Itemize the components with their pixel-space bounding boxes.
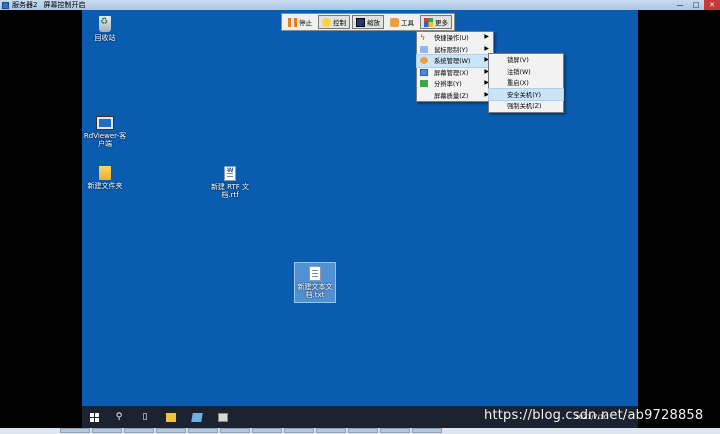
menu-item-screen-quality[interactable]: 屏幕质量(Z) ▶ [417, 90, 493, 102]
stop-button[interactable]: 停止 [284, 15, 316, 29]
zoom-button-label: 缩放 [367, 19, 380, 27]
stop-button-label: 停止 [299, 19, 312, 27]
desktop-icon-text-document[interactable]: 新建文本文档.txt [294, 262, 336, 303]
window-status: 屏幕控制开启 [43, 1, 86, 9]
more-icon [424, 17, 433, 27]
host-taskbar-item[interactable] [412, 428, 442, 433]
window-controls: — □ ✕ [672, 0, 720, 10]
host-taskbar-item[interactable] [316, 428, 346, 433]
menu-item-label: 系统管理(W) [434, 58, 471, 66]
zoom-icon [356, 17, 365, 27]
windows-logo-icon [89, 412, 99, 422]
desktop-icon-new-folder[interactable]: 新建文件夹 [82, 166, 128, 190]
more-menu: ϟ 快捷操作(U) ▶ 鼠标限制(Y) ▶ 系统管理(W) ▶ 屏幕管理(X) … [416, 31, 494, 102]
system-submenu: 锁屏(V) 注销(W) 重启(X) 安全关机(Y) 强制关机(Z) [488, 53, 564, 113]
more-button-label: 更多 [435, 19, 448, 27]
control-button[interactable]: 控制 [318, 15, 350, 29]
desktop-icon-rtf-document[interactable]: 新建 RTF 文档.rtf [207, 166, 253, 199]
submenu-item-label: 锁屏(V) [507, 57, 529, 65]
menu-item-label: 分辨率(Y) [434, 81, 462, 89]
menu-item-quick-actions[interactable]: ϟ 快捷操作(U) ▶ [417, 32, 493, 44]
maximize-button[interactable]: □ [688, 0, 704, 10]
text-document-icon [309, 266, 321, 281]
submenu-item-label: 安全关机(Y) [507, 91, 541, 99]
system-icon [420, 57, 428, 64]
submenu-arrow-icon: ▶ [484, 44, 489, 52]
menu-item-screen-management[interactable]: 屏幕管理(X) ▶ [417, 67, 493, 79]
submenu-item-force-shutdown[interactable]: 强制关机(Z) [489, 100, 563, 112]
host-taskbar-item[interactable] [252, 428, 282, 433]
desktop-icon-label: 新建 RTF 文档.rtf [210, 183, 250, 199]
title-bar: 服务器2 屏幕控制开启 — □ ✕ [0, 0, 720, 10]
lightning-icon: ϟ [420, 33, 426, 42]
menu-item-label: 快捷操作(U) [434, 35, 469, 43]
submenu-item-safe-shutdown[interactable]: 安全关机(Y) [488, 87, 564, 101]
search-icon: ⚲ [115, 412, 123, 422]
taskbar-task-view[interactable]: ▯ [132, 406, 158, 428]
resolution-icon [420, 80, 428, 87]
host-taskbar-item[interactable] [284, 428, 314, 433]
taskbar-file-explorer[interactable] [158, 406, 184, 428]
task-view-icon: ▯ [142, 412, 148, 422]
pause-icon [288, 17, 297, 27]
control-button-label: 控制 [333, 19, 346, 27]
menu-item-label: 屏幕质量(Z) [434, 92, 469, 100]
desktop-icon-label: 新建文本文档.txt [297, 283, 333, 299]
rdviewer-icon [96, 116, 114, 130]
host-taskbar-item[interactable] [124, 428, 154, 433]
start-button[interactable] [82, 406, 106, 428]
submenu-item-label: 重启(X) [507, 80, 529, 88]
tools-button[interactable]: 工具 [386, 15, 418, 29]
right-letterbox [638, 10, 720, 414]
menu-item-label: 鼠标限制(Y) [434, 46, 468, 54]
window-title: 服务器2 [12, 1, 38, 9]
submenu-item-restart[interactable]: 重启(X) [489, 77, 563, 89]
app-icon [191, 412, 203, 422]
submenu-item-lock-screen[interactable]: 锁屏(V) [489, 54, 563, 66]
screen-icon [420, 68, 428, 76]
host-taskbar-item[interactable] [60, 428, 90, 433]
watermark: https://blog.csdn.net/ab9728858 [484, 408, 704, 423]
menu-item-resolution[interactable]: 分辨率(Y) ▶ [417, 78, 493, 90]
host-taskbar-item[interactable] [220, 428, 250, 433]
app-icon [2, 1, 9, 9]
tools-button-label: 工具 [401, 19, 414, 27]
recycle-bin-icon [99, 16, 111, 32]
host-taskbar-item[interactable] [348, 428, 378, 433]
menu-item-system-management[interactable]: 系统管理(W) ▶ [416, 54, 494, 68]
desktop-icon-label: RdViewer-客户端 [83, 132, 127, 148]
zoom-button[interactable]: 缩放 [352, 15, 384, 29]
desktop-icon-rdviewer[interactable]: RdViewer-客户端 [82, 116, 128, 148]
host-taskbar [0, 428, 720, 434]
submenu-item-label: 强制关机(Z) [507, 103, 542, 111]
folder-icon [99, 166, 111, 180]
close-button[interactable]: ✕ [704, 0, 720, 10]
rtf-document-icon [224, 166, 236, 181]
folder-icon [166, 412, 176, 422]
more-button[interactable]: 更多 [420, 15, 452, 29]
desktop-icon-recycle-bin[interactable]: 回收站 [82, 16, 128, 42]
app-icon [218, 412, 228, 422]
submenu-item-label: 注销(W) [507, 68, 531, 76]
submenu-item-logout[interactable]: 注销(W) [489, 66, 563, 78]
taskbar-app-2[interactable] [210, 406, 236, 428]
minimize-button[interactable]: — [672, 0, 688, 10]
desktop-icon-label: 回收站 [94, 34, 116, 42]
control-icon [322, 17, 331, 27]
host-taskbar-item[interactable] [92, 428, 122, 433]
remote-toolbar: 停止 控制 缩放 工具 更多 [281, 13, 455, 31]
host-taskbar-item[interactable] [156, 428, 186, 433]
tools-icon [390, 17, 399, 27]
host-taskbar-item[interactable] [380, 428, 410, 433]
host-taskbar-item[interactable] [188, 428, 218, 433]
left-letterbox [0, 10, 82, 414]
taskbar-search[interactable]: ⚲ [106, 406, 132, 428]
submenu-arrow-icon: ▶ [484, 33, 489, 40]
menu-item-label: 屏幕管理(X) [434, 69, 469, 77]
menu-item-mouse-limit[interactable]: 鼠标限制(Y) ▶ [417, 44, 493, 56]
taskbar-app-1[interactable] [184, 406, 210, 428]
desktop-icon-label: 新建文件夹 [87, 182, 123, 190]
mouse-icon [420, 45, 428, 53]
